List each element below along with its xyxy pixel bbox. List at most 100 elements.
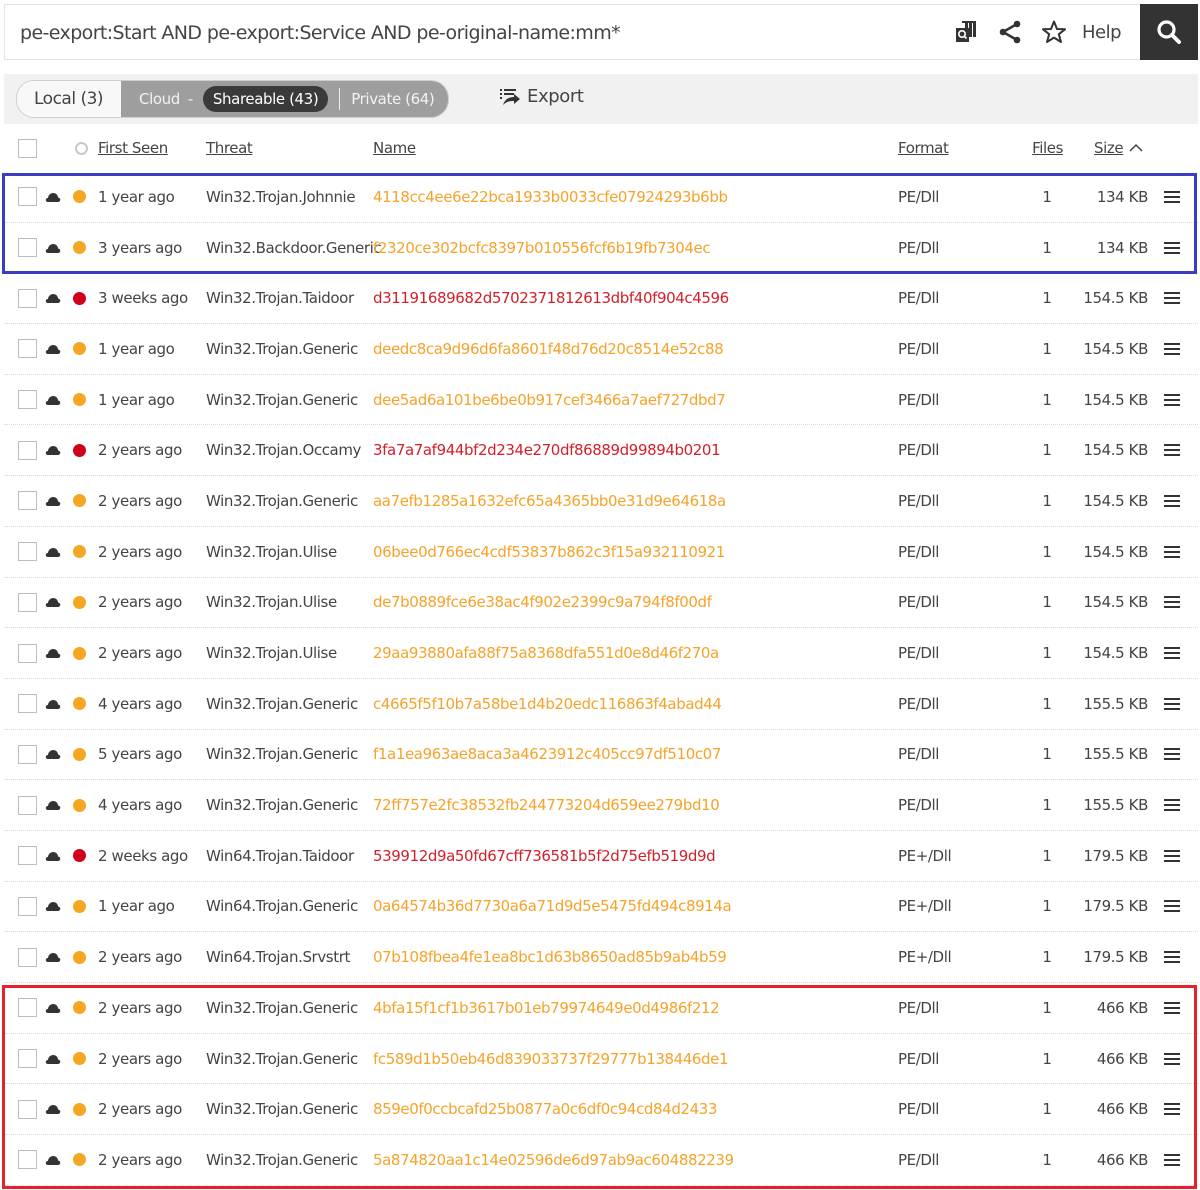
file-hash-link[interactable]: 3fa7a7af944bf2d234e270df86889d99894b0201 bbox=[373, 441, 721, 459]
bulk-search-icon[interactable] bbox=[944, 10, 988, 54]
row-menu-button[interactable] bbox=[1164, 679, 1180, 729]
share-icon[interactable] bbox=[988, 10, 1032, 54]
file-hash-link[interactable]: 29aa93880afa88f75a8368dfa551d0e8d46f270a bbox=[373, 644, 719, 662]
row-menu-button[interactable] bbox=[1164, 425, 1180, 475]
row-checkbox[interactable] bbox=[18, 744, 37, 764]
row-checkbox[interactable] bbox=[18, 491, 37, 511]
file-hash-link[interactable]: 07b108fbea4fe1ea8bc1d63b8650ad85b9ab4b59 bbox=[373, 948, 727, 966]
row-menu-button[interactable] bbox=[1164, 882, 1180, 932]
sort-first-seen[interactable]: First Seen bbox=[98, 139, 168, 157]
table-row[interactable]: 1 year ago Win32.Trojan.Generic deedc8ca… bbox=[4, 324, 1198, 375]
row-menu-button[interactable] bbox=[1164, 628, 1180, 678]
help-link[interactable]: Help bbox=[1076, 22, 1139, 43]
export-button[interactable]: Export bbox=[499, 86, 584, 107]
file-hash-link[interactable]: fc589d1b50eb46d839033737f29777b138446de1 bbox=[373, 1050, 729, 1068]
sort-size[interactable]: Size bbox=[1094, 139, 1124, 157]
file-hash-link[interactable]: 539912d9a50fd67cff736581b5f2d75efb519d9d bbox=[373, 847, 716, 865]
row-checkbox[interactable] bbox=[18, 998, 37, 1018]
file-hash-link[interactable]: d31191689682d5702371812613dbf40f904c4596 bbox=[373, 289, 729, 307]
file-hash-link[interactable]: 4118cc4ee6e22bca1933b0033cfe07924293b6bb bbox=[373, 188, 728, 206]
table-row[interactable]: 2 years ago Win64.Trojan.Srvstrt 07b108f… bbox=[4, 932, 1198, 983]
row-checkbox[interactable] bbox=[18, 694, 37, 714]
status-filter-icon[interactable] bbox=[75, 141, 88, 155]
table-row[interactable]: 4 years ago Win32.Trojan.Generic c4665f5… bbox=[4, 679, 1198, 730]
table-row[interactable]: 3 years ago Win32.Backdoor.Generic f2320… bbox=[4, 223, 1198, 274]
row-checkbox[interactable] bbox=[18, 1049, 37, 1069]
sort-name[interactable]: Name bbox=[373, 139, 416, 157]
row-menu-button[interactable] bbox=[1164, 730, 1180, 780]
table-row[interactable]: 2 years ago Win32.Trojan.Generic aa7efb1… bbox=[4, 476, 1198, 527]
local-filter-tab[interactable]: Local (3) bbox=[17, 81, 122, 117]
row-menu-button[interactable] bbox=[1164, 831, 1180, 881]
table-row[interactable]: 5 years ago Win32.Trojan.Generic f1a1ea9… bbox=[4, 730, 1198, 781]
table-row[interactable]: 1 year ago Win32.Trojan.Generic dee5ad6a… bbox=[4, 375, 1198, 426]
table-row[interactable]: 3 weeks ago Win32.Trojan.Taidoor d311916… bbox=[4, 273, 1198, 325]
star-icon[interactable] bbox=[1032, 10, 1076, 54]
file-hash-link[interactable]: de7b0889fce6e38ac4f902e2399c9a794f8f00df bbox=[373, 593, 712, 611]
file-hash-link[interactable]: 06bee0d766ec4cdf53837b862c3f15a932110921 bbox=[373, 543, 725, 561]
row-checkbox[interactable] bbox=[18, 288, 37, 308]
row-menu-button[interactable] bbox=[1164, 932, 1180, 982]
file-hash-link[interactable]: f1a1ea963ae8aca3a4623912c405cc97df510c07 bbox=[373, 745, 721, 763]
row-menu-button[interactable] bbox=[1164, 1084, 1180, 1134]
row-checkbox[interactable] bbox=[18, 643, 37, 663]
row-menu-button[interactable] bbox=[1164, 1034, 1180, 1084]
row-menu-button[interactable] bbox=[1164, 1135, 1180, 1185]
file-hash-link[interactable]: 0a64574b36d7730a6a71d9d5e5475fd494c8914a bbox=[373, 897, 732, 915]
file-hash-link[interactable]: 859e0f0ccbcafd25b0877a0c6df0c94cd84d2433 bbox=[373, 1100, 717, 1118]
file-hash-link[interactable]: 4bfa15f1cf1b3617b01eb79974649e0d4986f212 bbox=[373, 999, 720, 1017]
search-input[interactable] bbox=[5, 5, 952, 61]
search-bar: Help bbox=[4, 4, 1198, 61]
table-row[interactable]: 2 years ago Win32.Trojan.Generic 859e0f0… bbox=[4, 1084, 1198, 1136]
row-checkbox[interactable] bbox=[18, 238, 37, 258]
row-checkbox[interactable] bbox=[18, 1099, 37, 1119]
row-menu-button[interactable] bbox=[1164, 223, 1180, 273]
sort-threat[interactable]: Threat bbox=[206, 139, 253, 157]
search-button[interactable] bbox=[1140, 4, 1198, 60]
row-checkbox[interactable] bbox=[18, 947, 37, 967]
row-menu-button[interactable] bbox=[1164, 527, 1180, 577]
file-hash-link[interactable]: aa7efb1285a1632efc65a4365bb0e31d9e64618a bbox=[373, 492, 726, 510]
file-hash-link[interactable]: 72ff757e2fc38532fb244773204d659ee279bd10 bbox=[373, 796, 720, 814]
select-all-checkbox[interactable] bbox=[18, 138, 37, 158]
sort-format[interactable]: Format bbox=[898, 139, 949, 157]
table-row[interactable]: 2 years ago Win32.Trojan.Generic 4bfa15f… bbox=[4, 983, 1198, 1034]
row-checkbox[interactable] bbox=[18, 187, 37, 207]
table-row[interactable]: 2 years ago Win32.Trojan.Ulise 06bee0d76… bbox=[4, 527, 1198, 578]
table-row[interactable]: 2 years ago Win32.Trojan.Ulise 29aa93880… bbox=[4, 628, 1198, 679]
file-hash-link[interactable]: f2320ce302bcfc8397b010556fcf6b19fb7304ec bbox=[373, 239, 711, 257]
row-checkbox[interactable] bbox=[18, 542, 37, 562]
row-menu-button[interactable] bbox=[1164, 172, 1180, 222]
row-checkbox[interactable] bbox=[18, 440, 37, 460]
row-checkbox[interactable] bbox=[18, 896, 37, 916]
row-menu-button[interactable] bbox=[1164, 476, 1180, 526]
private-filter-tab[interactable]: Private (64) bbox=[351, 90, 434, 108]
row-menu-button[interactable] bbox=[1164, 375, 1180, 425]
table-row[interactable]: 1 year ago Win32.Trojan.Johnnie 4118cc4e… bbox=[4, 172, 1198, 223]
row-menu-button[interactable] bbox=[1164, 983, 1180, 1033]
row-checkbox[interactable] bbox=[18, 795, 37, 815]
table-row[interactable]: 2 years ago Win32.Trojan.Ulise de7b0889f… bbox=[4, 578, 1198, 629]
file-hash-link[interactable]: 5a874820aa1c14e02596de6d97ab9ac604882239 bbox=[373, 1151, 734, 1169]
row-checkbox[interactable] bbox=[18, 846, 37, 866]
table-row[interactable]: 2 weeks ago Win64.Trojan.Taidoor 539912d… bbox=[4, 831, 1198, 882]
table-row[interactable]: 2 years ago Win32.Trojan.Generic fc589d1… bbox=[4, 1034, 1198, 1085]
row-checkbox[interactable] bbox=[18, 1150, 37, 1170]
row-checkbox[interactable] bbox=[18, 592, 37, 612]
shareable-filter-tab[interactable]: Shareable (43) bbox=[202, 86, 329, 112]
row-menu-button[interactable] bbox=[1164, 324, 1180, 374]
row-checkbox[interactable] bbox=[18, 339, 37, 359]
file-hash-link[interactable]: c4665f5f10b7a58be1d4b20edc116863f4abad44 bbox=[373, 695, 722, 713]
row-menu-button[interactable] bbox=[1164, 780, 1180, 830]
table-row[interactable]: 4 years ago Win32.Trojan.Generic 72ff757… bbox=[4, 780, 1198, 831]
row-menu-button[interactable] bbox=[1164, 273, 1180, 323]
file-hash-link[interactable]: deedc8ca9d96d6fa8601f48d76d20c8514e52c88 bbox=[373, 340, 724, 358]
table-row[interactable]: 1 year ago Win64.Trojan.Generic 0a64574b… bbox=[4, 882, 1198, 933]
row-menu-button[interactable] bbox=[1164, 578, 1180, 628]
row-checkbox[interactable] bbox=[18, 390, 37, 410]
table-row[interactable]: 2 years ago Win32.Trojan.Generic 5a87482… bbox=[4, 1135, 1198, 1186]
table-row[interactable]: 2 years ago Win32.Trojan.Occamy 3fa7a7af… bbox=[4, 425, 1198, 477]
file-hash-link[interactable]: dee5ad6a101be6be0b917cef3466a7aef727dbd7 bbox=[373, 391, 726, 409]
threat-name: Win64.Trojan.Taidoor bbox=[206, 846, 354, 865]
sort-files[interactable]: Files bbox=[1032, 139, 1063, 157]
